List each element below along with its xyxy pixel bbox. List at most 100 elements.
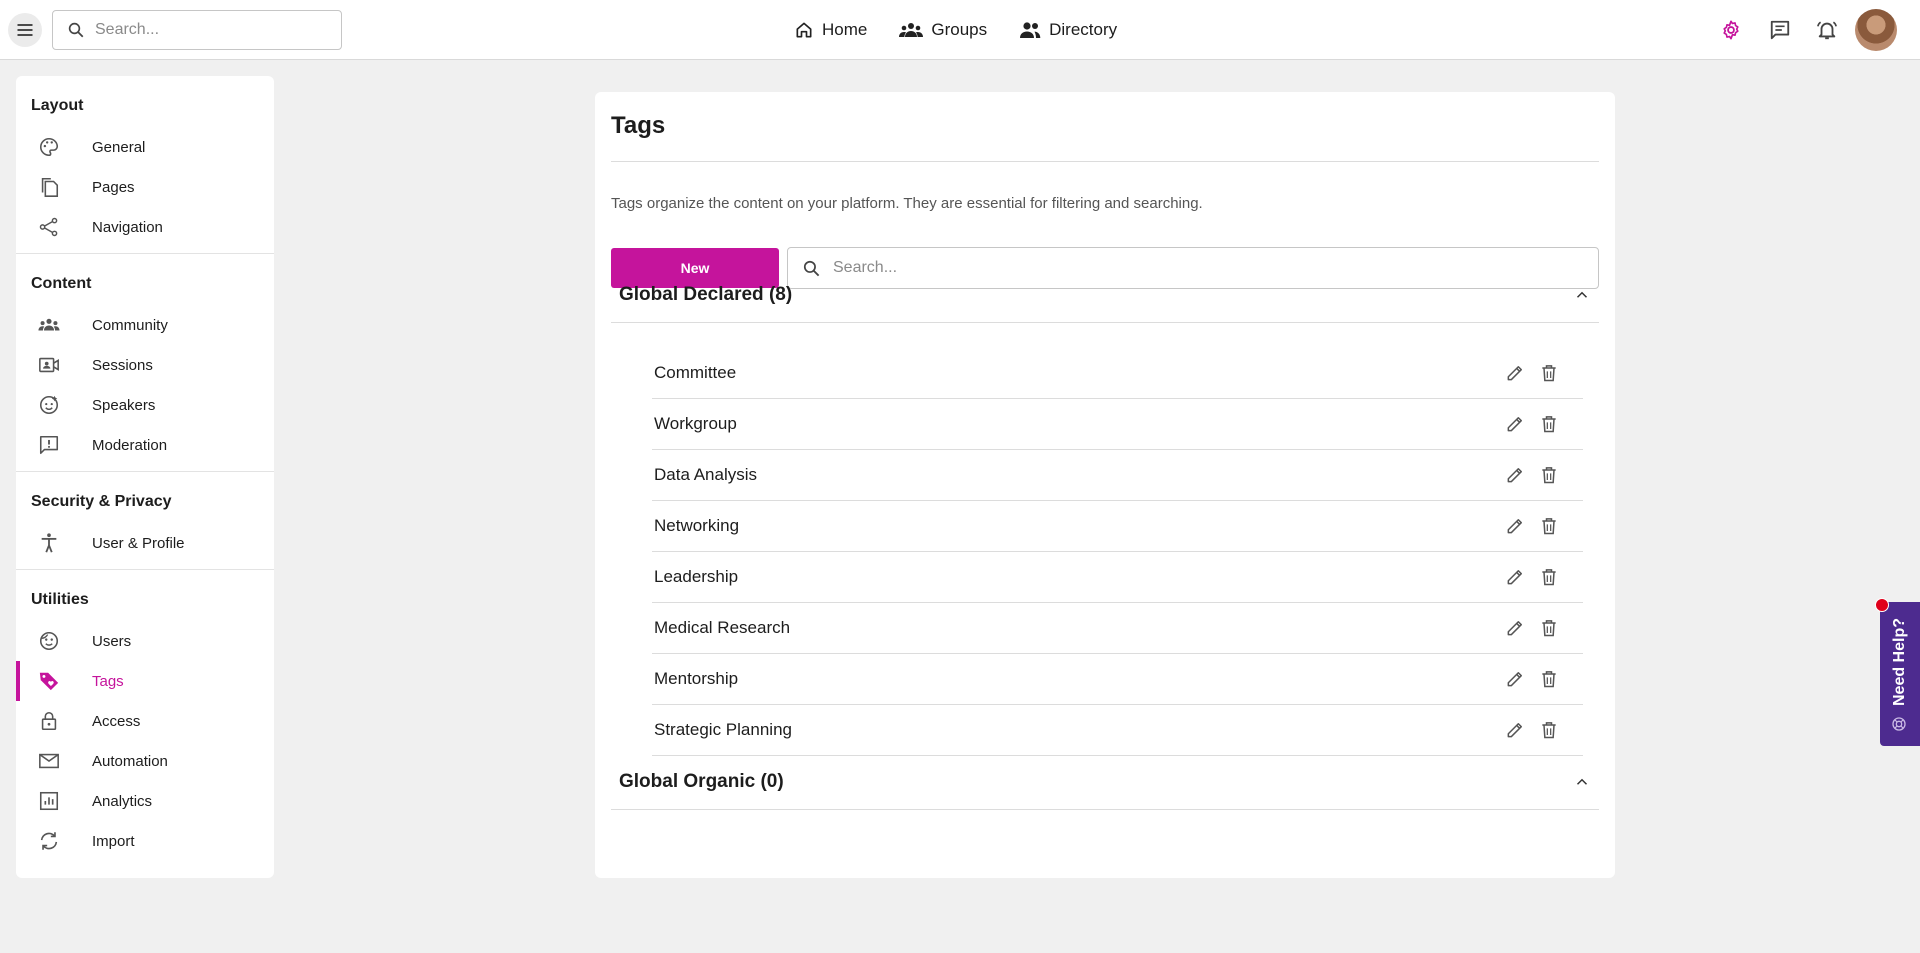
tag-name: Networking [654, 516, 740, 535]
edit-tag-button[interactable] [1504, 668, 1526, 690]
page-title: Tags [611, 112, 666, 139]
sidebar-item-label: Analytics [92, 792, 153, 810]
sidebar-item-users[interactable]: Users [16, 621, 274, 661]
tag-icon [38, 670, 60, 692]
sidebar-item-label: Sessions [92, 356, 153, 374]
share-icon [38, 216, 60, 238]
sidebar-item-automation[interactable]: Automation [16, 741, 274, 781]
sidebar-item-speakers[interactable]: Speakers [16, 385, 274, 425]
sidebar-item-label: Import [92, 832, 135, 850]
sidebar-item-tags[interactable]: Tags [16, 661, 274, 701]
settings-icon [1723, 20, 1739, 40]
tag-row: Strategic Planning [652, 705, 1583, 756]
global-search-input[interactable] [95, 21, 315, 39]
delete-tag-button[interactable] [1538, 362, 1560, 384]
tag-row: Workgroup [652, 399, 1583, 450]
menu-icon [17, 24, 33, 36]
sidebar-item-access[interactable]: Access [16, 701, 274, 741]
sidebar-item-moderation[interactable]: Moderation [16, 425, 274, 465]
users-face-icon [38, 630, 60, 652]
pencil-icon [1507, 621, 1522, 636]
sidebar-section-content: Content Community Sessions Speakers Mode… [16, 254, 274, 472]
palette-icon [38, 136, 60, 158]
sidebar-item-import[interactable]: Import [16, 821, 274, 861]
chevron-up-icon[interactable] [1573, 773, 1591, 791]
tag-list: Committee Workgroup Data Analysis Networ… [652, 348, 1583, 756]
delete-tag-button[interactable] [1538, 413, 1560, 435]
delete-tag-button[interactable] [1538, 566, 1560, 588]
edit-tag-button[interactable] [1504, 362, 1526, 384]
sidebar-item-label: Community [92, 316, 168, 334]
user-avatar[interactable] [1855, 9, 1897, 51]
pencil-icon [1507, 672, 1522, 687]
video-icon [38, 354, 60, 376]
pencil-icon [1507, 417, 1522, 432]
chevron-up-icon[interactable] [1573, 286, 1591, 304]
edit-tag-button[interactable] [1504, 413, 1526, 435]
nav-home[interactable]: Home [794, 20, 867, 40]
report-icon [38, 434, 60, 456]
sidebar-section-utilities: Utilities Users Tags Access Automation A… [16, 570, 274, 867]
pencil-icon [1507, 519, 1522, 534]
global-search[interactable] [52, 10, 342, 50]
help-notification-dot [1875, 598, 1889, 612]
support-icon [1892, 717, 1906, 731]
notifications-button[interactable] [1815, 18, 1839, 42]
settings-button[interactable] [1719, 18, 1743, 42]
menu-button[interactable] [8, 13, 42, 47]
sidebar-item-label: Speakers [92, 396, 156, 414]
delete-tag-button[interactable] [1538, 464, 1560, 486]
tag-row: Committee [652, 348, 1583, 399]
group-header-global-declared[interactable]: Global Declared (8) [611, 268, 1599, 323]
trash-icon [1542, 569, 1556, 586]
delete-tag-button[interactable] [1538, 719, 1560, 741]
edit-tag-button[interactable] [1504, 617, 1526, 639]
nav-directory[interactable]: Directory [1019, 20, 1117, 40]
sidebar-item-label: Access [92, 712, 141, 730]
trash-icon [1542, 722, 1556, 739]
edit-tag-button[interactable] [1504, 719, 1526, 741]
trash-icon [1542, 671, 1556, 688]
group-title: Global Declared (8) [619, 284, 793, 305]
delete-tag-button[interactable] [1538, 515, 1560, 537]
delete-tag-button[interactable] [1538, 617, 1560, 639]
sidebar-item-general[interactable]: General [16, 127, 274, 167]
sidebar-item-community[interactable]: Community [16, 305, 274, 345]
group-title: Global Organic (0) [619, 771, 784, 792]
trash-icon [1542, 620, 1556, 637]
edit-tag-button[interactable] [1504, 464, 1526, 486]
chat-button[interactable] [1768, 18, 1792, 42]
sidebar-item-label: General [92, 138, 146, 156]
tag-name: Strategic Planning [654, 720, 792, 739]
home-icon [796, 22, 812, 38]
tags-panel: Tags Tags organize the content on your p… [595, 92, 1615, 878]
pencil-icon [1507, 723, 1522, 738]
edit-tag-button[interactable] [1504, 515, 1526, 537]
top-bar: Home Groups Directory [0, 0, 1920, 60]
tag-row: Mentorship [652, 654, 1583, 705]
sidebar-item-label: Users [92, 632, 132, 650]
lock-icon [38, 710, 60, 732]
edit-tag-button[interactable] [1504, 566, 1526, 588]
top-navigation: Home Groups Directory [794, 0, 1117, 60]
nav-groups[interactable]: Groups [899, 20, 987, 40]
community-icon [38, 314, 60, 336]
delete-tag-button[interactable] [1538, 668, 1560, 690]
pages-icon [38, 176, 60, 198]
sidebar-item-label: Pages [92, 178, 135, 196]
tag-name: Leadership [654, 567, 739, 586]
tag-row: Medical Research [652, 603, 1583, 654]
mail-icon [38, 750, 60, 772]
sidebar-item-pages[interactable]: Pages [16, 167, 274, 207]
sidebar-item-label: Navigation [92, 218, 163, 236]
sidebar-item-analytics[interactable]: Analytics [16, 781, 274, 821]
sidebar-item-user-profile[interactable]: User & Profile [16, 523, 274, 563]
speaker-face-icon [38, 394, 60, 416]
group-header-global-organic[interactable]: Global Organic (0) [611, 755, 1599, 810]
sidebar-item-navigation[interactable]: Navigation [16, 207, 274, 247]
tag-name: Mentorship [654, 669, 739, 688]
trash-icon [1542, 365, 1556, 382]
sidebar-item-sessions[interactable]: Sessions [16, 345, 274, 385]
sidebar-item-label: User & Profile [92, 534, 185, 552]
analytics-icon [38, 790, 60, 812]
